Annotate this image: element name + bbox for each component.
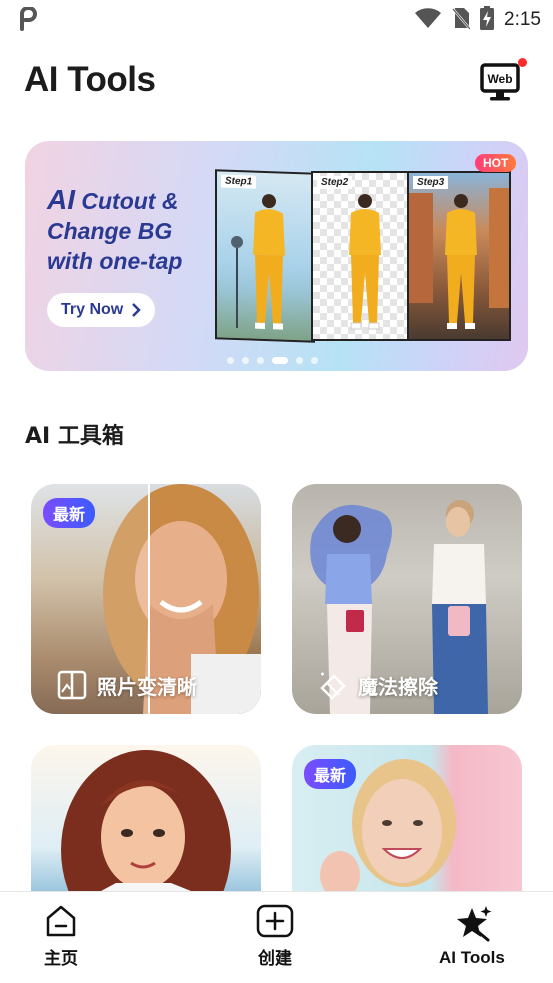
page-title: AI Tools bbox=[24, 60, 156, 99]
tool-card-eraser[interactable]: 魔法擦除 bbox=[292, 484, 522, 714]
hot-badge: HOT bbox=[475, 154, 517, 172]
ai-star-icon bbox=[456, 906, 492, 942]
banner-steps: Step1 Step2 Step3 bbox=[215, 169, 527, 343]
nav-label-create: 创建 bbox=[258, 949, 292, 969]
banner-headline-ai: AI bbox=[47, 184, 75, 215]
try-now-label: Try Now bbox=[61, 301, 124, 318]
bottom-nav: 主页 创建 AI Tools bbox=[0, 891, 553, 983]
step-2-label: Step2 bbox=[317, 176, 353, 189]
tool-card-enhance[interactable]: 最新 照片变清晰 bbox=[31, 484, 261, 714]
nav-item-create[interactable]: 创建 bbox=[254, 904, 296, 969]
no-sim-icon bbox=[452, 6, 471, 34]
promo-banner[interactable]: AI Cutout & Change BG with one-tap Try N… bbox=[25, 141, 528, 371]
carousel-dot[interactable] bbox=[227, 357, 234, 364]
carousel-dot[interactable] bbox=[296, 357, 303, 364]
tool-card-portrait[interactable]: 最新 bbox=[292, 745, 522, 891]
step-3-label: Step3 bbox=[413, 176, 449, 189]
banner-headline-line1: Cutout & bbox=[81, 188, 179, 214]
status-time: 2:15 bbox=[504, 9, 541, 30]
tool-card-label: 魔法擦除 bbox=[318, 670, 438, 700]
tool-label-enhance: 照片变清晰 bbox=[97, 674, 197, 699]
notification-dot bbox=[518, 58, 527, 67]
wifi-icon bbox=[414, 7, 442, 33]
app-notification-icon bbox=[16, 6, 38, 35]
carousel-dot[interactable] bbox=[311, 357, 318, 364]
nav-item-home[interactable]: 主页 bbox=[44, 904, 78, 969]
tool-label-eraser: 魔法擦除 bbox=[358, 674, 438, 699]
cartoon-preview-image bbox=[61, 750, 231, 891]
nav-label-home: 主页 bbox=[44, 949, 78, 969]
carousel-dot-active[interactable] bbox=[272, 357, 288, 364]
step-3-image: Step3 bbox=[407, 171, 511, 341]
carousel-dot[interactable] bbox=[242, 357, 249, 364]
banner-headline-line2: Change BG bbox=[47, 218, 173, 244]
banner-headline: AI Cutout & Change BG with one-tap bbox=[47, 185, 227, 276]
nav-label-ai-tools: AI Tools bbox=[439, 948, 505, 967]
chevron-right-icon bbox=[132, 303, 142, 317]
web-button-label: Web bbox=[487, 72, 512, 86]
nav-item-ai-tools[interactable]: AI Tools bbox=[439, 904, 505, 968]
eraser-icon bbox=[320, 672, 346, 700]
header: AI Tools Web bbox=[0, 52, 553, 116]
enhance-icon bbox=[57, 670, 87, 700]
person-figure bbox=[253, 194, 285, 330]
step-2-image: Step2 bbox=[311, 171, 411, 341]
banner-headline-line3: with one-tap bbox=[47, 248, 183, 274]
step-1-image: Step1 bbox=[215, 169, 315, 343]
tool-card-label: 照片变清晰 bbox=[57, 670, 197, 700]
carousel-dots bbox=[227, 357, 318, 364]
new-badge: 最新 bbox=[43, 498, 96, 528]
step-1-label: Step1 bbox=[221, 174, 257, 189]
carousel-dot[interactable] bbox=[257, 357, 264, 364]
web-button[interactable]: Web bbox=[479, 58, 527, 106]
status-bar: 2:15 bbox=[0, 0, 553, 38]
tool-card-cartoon[interactable] bbox=[31, 745, 261, 891]
battery-charging-icon bbox=[480, 6, 495, 34]
new-badge: 最新 bbox=[304, 759, 357, 789]
add-box-icon bbox=[256, 904, 294, 938]
home-icon bbox=[46, 905, 76, 937]
section-title: AI 工具箱 bbox=[25, 424, 124, 449]
try-now-button[interactable]: Try Now bbox=[47, 293, 156, 327]
monitor-icon: Web bbox=[480, 63, 520, 101]
